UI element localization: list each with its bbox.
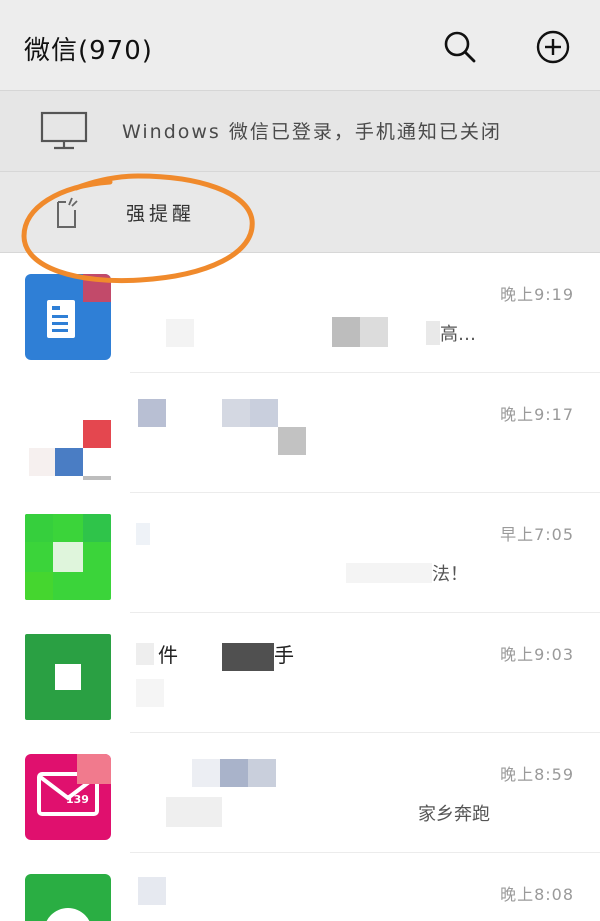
page-title: 微信(970) (24, 36, 153, 66)
chat-preview: 家乡奔跑 (136, 797, 536, 829)
chat-preview-text: 家乡奔跑 (418, 804, 490, 825)
avatar (25, 634, 111, 720)
chat-time: 晚上8:59 (500, 765, 574, 784)
chat-preview-text: 法！ (432, 564, 468, 585)
strong-remind-label: 强提醒 (126, 203, 196, 225)
avatar-badge: 139 (66, 793, 89, 806)
chat-time: 晚上8:08 (500, 885, 574, 904)
chat-preview (136, 677, 536, 709)
chat-name (136, 397, 466, 455)
chat-name: 件 手 (136, 637, 466, 671)
chat-name-fragment: 手 (274, 643, 294, 667)
windows-login-banner[interactable]: Windows 微信已登录，手机通知已关闭 (0, 91, 600, 172)
chat-item[interactable]: 晚上8:08 (0, 853, 600, 921)
plus-circle-icon[interactable] (536, 30, 570, 64)
chat-name (136, 517, 466, 549)
windows-login-text: Windows 微信已登录，手机通知已关闭 (122, 121, 502, 143)
chat-preview: 法！ (136, 557, 536, 589)
phone-alert-icon (54, 196, 80, 234)
chat-name-fragment: 件 (158, 643, 178, 667)
chat-item[interactable]: 早上7:05 法！ (0, 493, 600, 613)
chat-time: 早上7:05 (500, 525, 574, 544)
chat-item[interactable]: 晚上9:17 (0, 373, 600, 856)
strong-remind-banner[interactable]: 强提醒 (0, 172, 600, 253)
avatar (25, 274, 111, 360)
chat-name (136, 757, 466, 789)
search-icon[interactable] (443, 30, 477, 64)
top-bar: 微信(970) (0, 0, 600, 91)
chat-preview-text: 高… (440, 324, 476, 345)
chat-item[interactable]: 晚上9:19 高… (0, 253, 600, 373)
avatar (25, 394, 111, 480)
chat-item[interactable]: 晚上9:03 件 手 (0, 613, 600, 733)
monitor-icon (40, 111, 88, 155)
chat-preview: 高… (136, 317, 536, 349)
chat-time: 晚上9:19 (500, 285, 574, 304)
chat-time: 晚上9:17 (500, 405, 574, 424)
chat-item[interactable]: 139 晚上8:59 家乡奔跑 (0, 733, 600, 853)
avatar (25, 874, 111, 921)
chat-time: 晚上9:03 (500, 645, 574, 664)
chat-name (136, 877, 466, 909)
avatar (25, 514, 111, 600)
